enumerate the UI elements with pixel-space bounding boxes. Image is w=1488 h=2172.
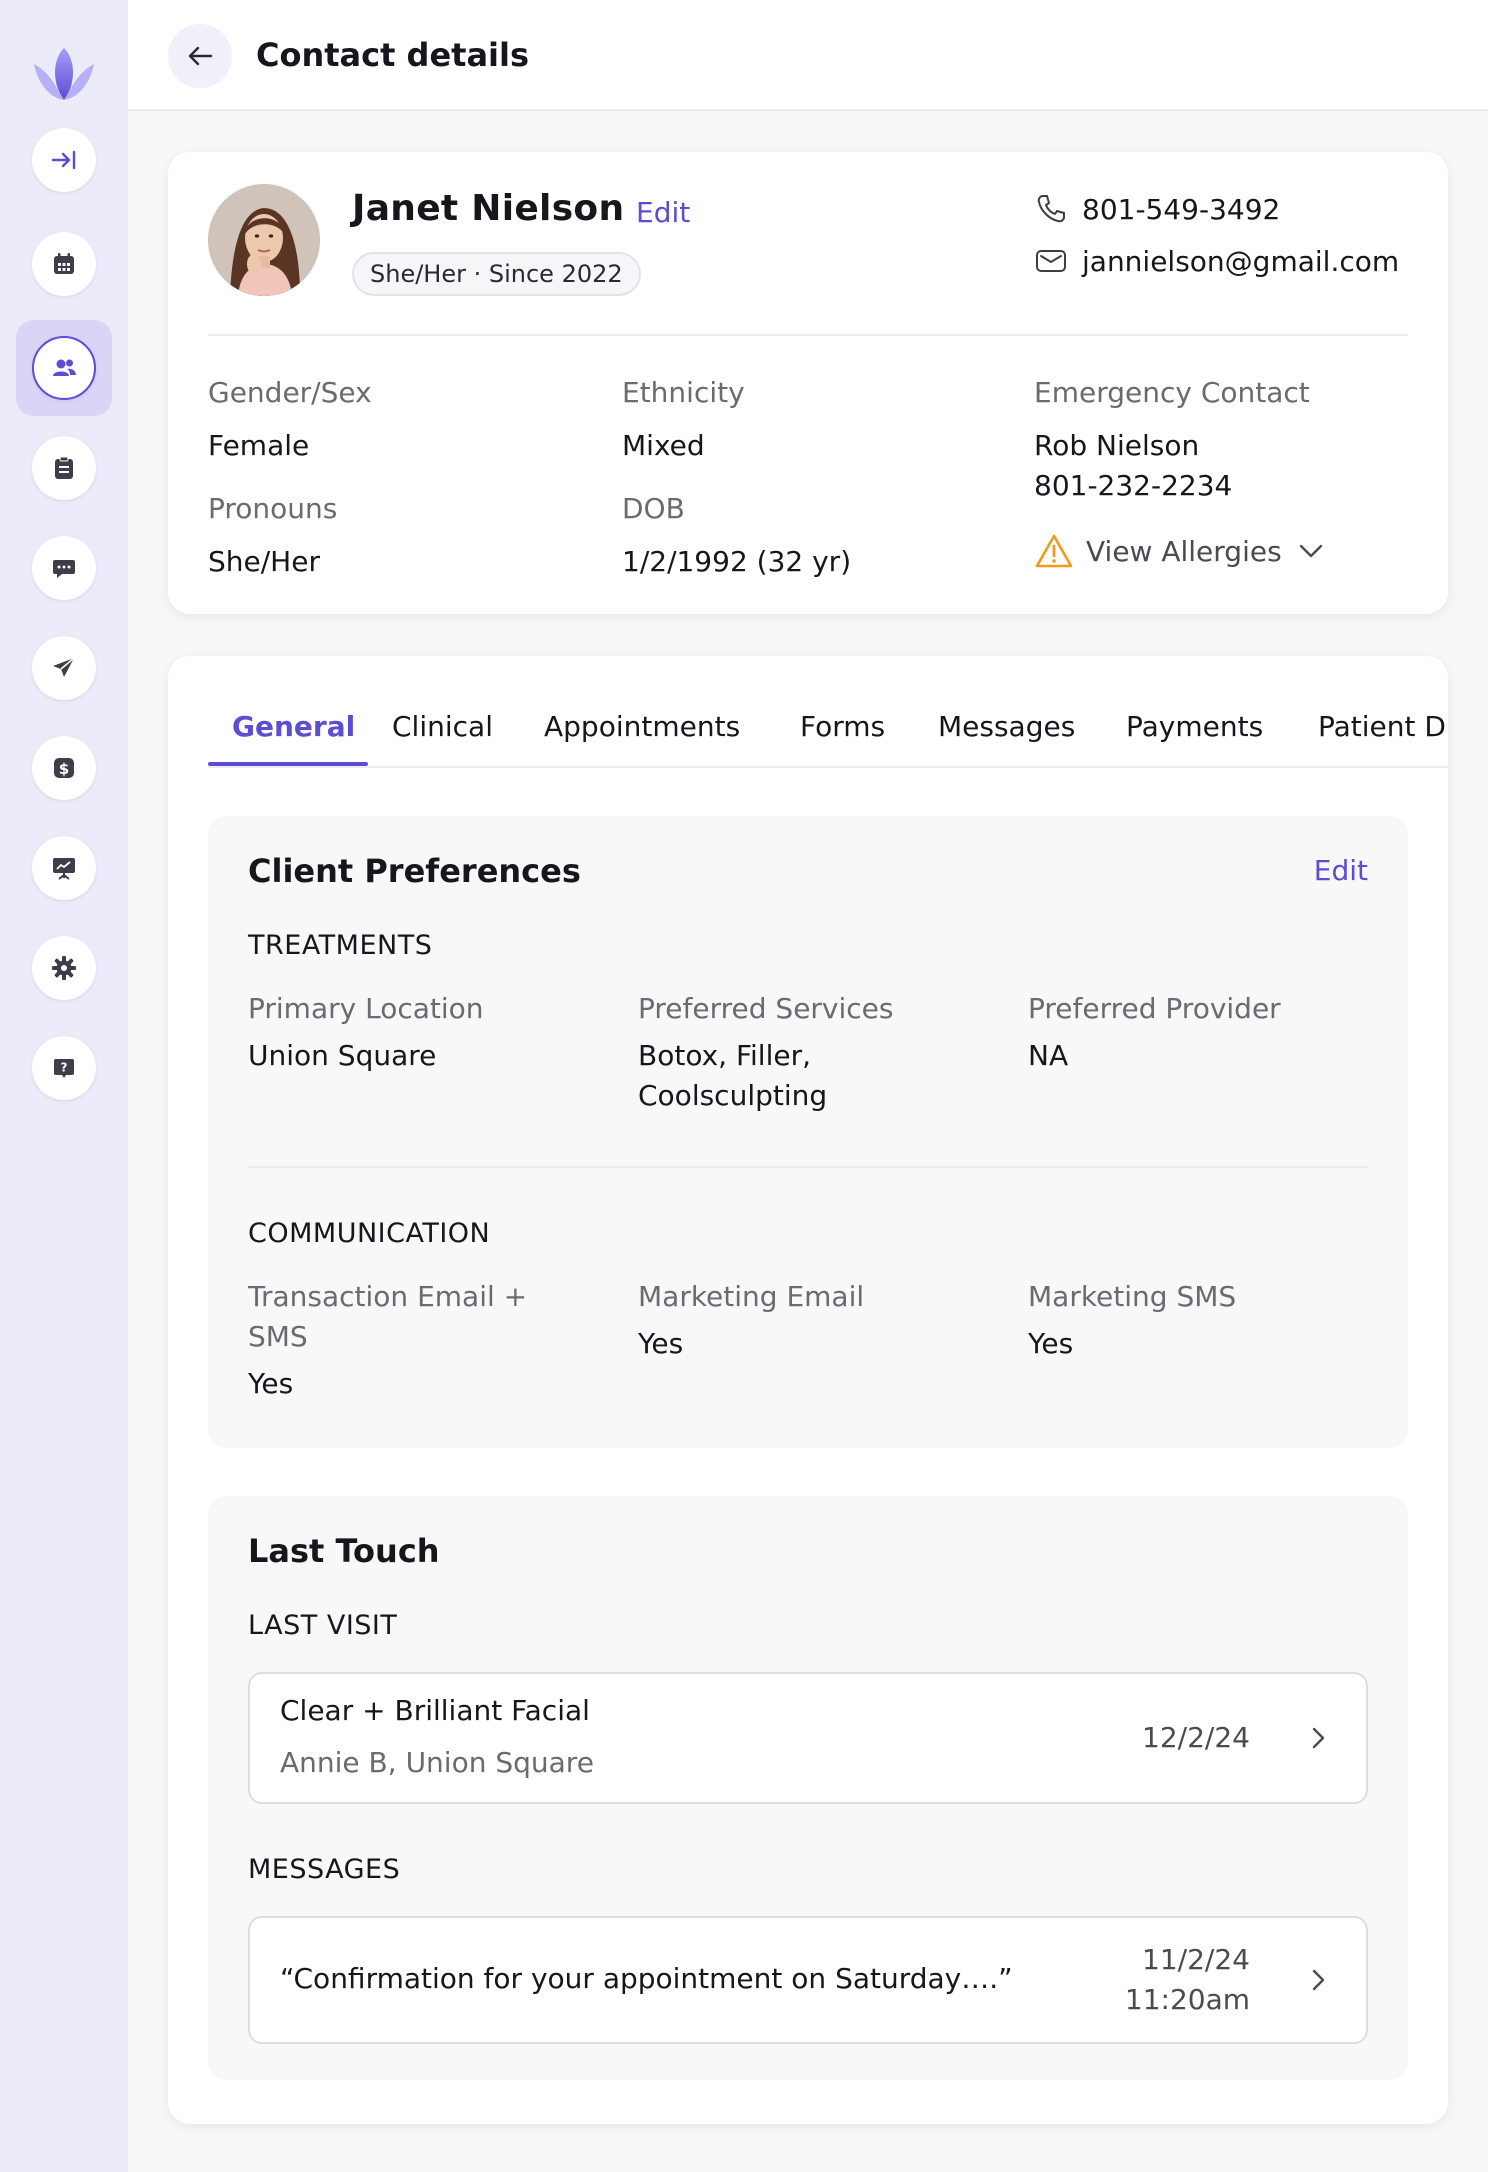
gear-icon xyxy=(52,956,76,980)
expand-arrow-icon xyxy=(51,150,76,170)
treatments-heading: TREATMENTS xyxy=(248,930,433,961)
pronouns-value: She/Her xyxy=(208,545,320,578)
tab-general[interactable]: General xyxy=(232,710,355,743)
chat-bubble-icon xyxy=(53,560,75,578)
emergency-contact-name: Rob Nielson xyxy=(1034,429,1200,462)
ethnicity-value: Mixed xyxy=(622,429,705,462)
sidebar-item-settings[interactable] xyxy=(32,936,96,1000)
view-allergies-toggle[interactable]: View Allergies xyxy=(1034,532,1328,570)
back-button[interactable] xyxy=(168,24,232,88)
last-visit-heading: LAST VISIT xyxy=(248,1610,398,1641)
pronouns-label: Pronouns xyxy=(208,492,338,525)
svg-text:?: ? xyxy=(61,1061,68,1075)
phone-icon xyxy=(1037,195,1065,223)
communication-heading: COMMUNICATION xyxy=(248,1218,491,1249)
last-touch-title: Last Touch xyxy=(248,1532,440,1570)
preferences-divider xyxy=(248,1166,1368,1168)
calendar-icon xyxy=(54,253,74,274)
client-preferences-panel: Client Preferences Edit TREATMENTS Prima… xyxy=(208,816,1408,1448)
contact-name: Janet Nielson xyxy=(352,188,625,229)
tab-clinical[interactable]: Clinical xyxy=(392,710,493,743)
marketing-email-value: Yes xyxy=(638,1327,684,1360)
visit-date: 12/2/24 xyxy=(1142,1721,1250,1754)
avatar xyxy=(208,184,320,296)
sidebar: $ ? xyxy=(0,0,128,2172)
tab-patient-documents[interactable]: Patient D xyxy=(1318,710,1446,743)
gender-label: Gender/Sex xyxy=(208,376,372,409)
email-address: jannielson@gmail.com xyxy=(1082,244,1400,278)
sidebar-item-forms[interactable] xyxy=(32,436,96,500)
messages-heading: MESSAGES xyxy=(248,1854,401,1885)
dob-value: 1/2/1992 (32 yr) xyxy=(622,545,852,578)
help-bubble-icon: ? xyxy=(54,1059,74,1078)
tab-appointments[interactable]: Appointments xyxy=(544,710,740,743)
emergency-contact-label: Emergency Contact xyxy=(1034,376,1310,409)
mail-icon xyxy=(1036,250,1066,272)
primary-location-value: Union Square xyxy=(248,1039,437,1072)
preferred-provider-label: Preferred Provider xyxy=(1028,992,1281,1025)
edit-preferences-link[interactable]: Edit xyxy=(1314,854,1368,887)
preferred-services-label: Preferred Services xyxy=(638,992,894,1025)
message-date: 11/2/24 xyxy=(1142,1943,1250,1976)
details-card: General Clinical Appointments Forms Mess… xyxy=(168,656,1448,2124)
svg-text:$: $ xyxy=(59,760,69,778)
marketing-email-label: Marketing Email xyxy=(638,1280,865,1313)
emergency-contact-phone: 801-232-2234 xyxy=(1034,469,1233,502)
sidebar-item-campaigns[interactable] xyxy=(32,636,96,700)
tab-forms[interactable]: Forms xyxy=(800,710,885,743)
marketing-sms-label: Marketing SMS xyxy=(1028,1280,1237,1313)
preferred-services-value-line2: Coolsculpting xyxy=(638,1079,828,1112)
active-tab-indicator xyxy=(208,762,368,766)
chevron-down-icon xyxy=(1299,544,1322,558)
last-touch-panel: Last Touch LAST VISIT Clear + Brilliant … xyxy=(208,1496,1408,2080)
dollar-icon: $ xyxy=(54,758,74,778)
paper-plane-icon xyxy=(53,657,75,677)
transaction-email-label-line1: Transaction Email + xyxy=(248,1280,528,1313)
warning-icon xyxy=(1035,534,1073,568)
sidebar-item-contacts[interactable] xyxy=(32,336,96,400)
dob-label: DOB xyxy=(622,492,685,525)
preferred-services-value-line1: Botox, Filler, xyxy=(638,1039,812,1072)
sidebar-item-calendar[interactable] xyxy=(32,232,96,296)
lotus-logo-icon xyxy=(30,44,98,104)
page-title: Contact details xyxy=(256,36,530,74)
view-allergies-label: View Allergies xyxy=(1086,534,1282,568)
last-visit-row[interactable]: Clear + Brilliant Facial Annie B, Union … xyxy=(248,1672,1368,1804)
profile-card: Janet Nielson Edit She/Her · Since 2022 … xyxy=(168,152,1448,614)
visit-title: Clear + Brilliant Facial xyxy=(280,1694,590,1727)
client-preferences-title: Client Preferences xyxy=(248,852,581,890)
phone-number: 801-549-3492 xyxy=(1082,192,1281,226)
edit-profile-link[interactable]: Edit xyxy=(636,196,690,229)
tab-messages[interactable]: Messages xyxy=(938,710,1075,743)
sidebar-item-messages[interactable] xyxy=(32,536,96,600)
chevron-right-icon xyxy=(1312,1727,1325,1749)
preferred-provider-value: NA xyxy=(1028,1039,1069,1072)
ethnicity-label: Ethnicity xyxy=(622,376,745,409)
transaction-email-label-line2: SMS xyxy=(248,1320,308,1353)
message-preview: “Confirmation for your appointment on Sa… xyxy=(280,1962,1013,1995)
tab-bar: General Clinical Appointments Forms Mess… xyxy=(208,656,1448,768)
message-time: 11:20am xyxy=(1124,1983,1250,2016)
expand-sidebar-button[interactable] xyxy=(32,128,96,192)
pronouns-since-badge: She/Her · Since 2022 xyxy=(352,252,641,296)
profile-divider xyxy=(208,334,1408,336)
users-icon xyxy=(53,359,76,376)
presentation-chart-icon xyxy=(53,858,75,880)
message-row[interactable]: “Confirmation for your appointment on Sa… xyxy=(248,1916,1368,2044)
transaction-email-value: Yes xyxy=(248,1367,294,1400)
sidebar-item-payments[interactable]: $ xyxy=(32,736,96,800)
page-header: Contact details xyxy=(128,0,1488,111)
sidebar-item-reports[interactable] xyxy=(32,836,96,900)
clipboard-icon xyxy=(55,456,73,479)
email-contact[interactable]: jannielson@gmail.com xyxy=(1034,244,1399,278)
visit-provider-location: Annie B, Union Square xyxy=(280,1746,594,1779)
marketing-sms-value: Yes xyxy=(1028,1327,1074,1360)
chevron-right-icon xyxy=(1312,1969,1325,1991)
primary-location-label: Primary Location xyxy=(248,992,484,1025)
gender-value: Female xyxy=(208,429,310,462)
sidebar-item-help[interactable]: ? xyxy=(32,1036,96,1100)
phone-contact[interactable]: 801-549-3492 xyxy=(1034,192,1280,226)
tab-payments[interactable]: Payments xyxy=(1126,710,1263,743)
arrow-left-icon xyxy=(188,46,213,66)
